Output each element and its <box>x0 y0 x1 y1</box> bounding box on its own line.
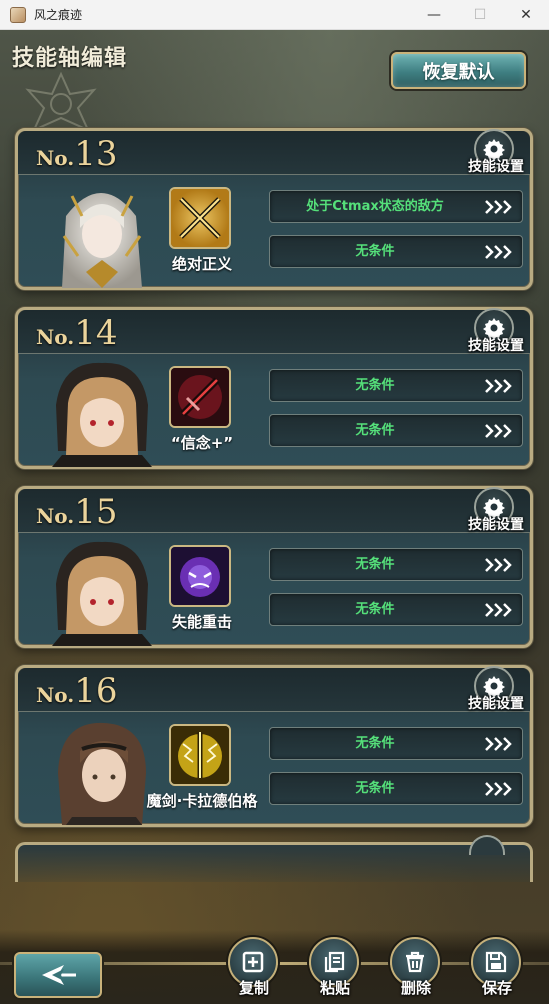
triple-chevron-icon <box>485 782 512 796</box>
save-icon <box>485 951 507 973</box>
triple-chevron-icon <box>485 245 512 259</box>
gear-icon <box>469 835 505 855</box>
skill-card: No.16 技能设置 魔剑·卡拉德伯格 无条件 无条件 <box>15 665 533 827</box>
game-screen: 技能轴编辑 恢复默认 No.13 技能设置 绝对正义 处于Ctmax状态的敌方 … <box>0 30 549 1004</box>
skill-order-number: No.14 <box>36 313 118 353</box>
skill-order-number: No.13 <box>36 134 118 174</box>
number-prefix: No. <box>36 504 75 528</box>
skill-card: No.14 技能设置 “信念+” 无条件 无条件 <box>15 307 533 469</box>
skill-settings-label: 技能设置 <box>468 159 524 175</box>
condition-slot[interactable]: 处于Ctmax状态的敌方 <box>269 190 523 223</box>
skill-settings-label: 技能设置 <box>468 517 524 533</box>
condition-text: 无条件 <box>355 557 395 572</box>
close-button[interactable]: ✕ <box>503 0 549 30</box>
copy-icon <box>242 951 264 973</box>
paste-button[interactable]: 粘贴 <box>307 937 363 1001</box>
condition-slot[interactable]: 无条件 <box>269 772 523 805</box>
skill-settings-button[interactable]: 技能设置 <box>468 487 524 535</box>
number-value: 16 <box>74 671 118 711</box>
condition-text: 无条件 <box>355 378 395 393</box>
skill-order-number: No.15 <box>36 492 118 532</box>
skill-card: No.13 技能设置 绝对正义 处于Ctmax状态的敌方 无条件 <box>15 128 533 290</box>
condition-text: 无条件 <box>355 602 395 617</box>
triple-chevron-icon <box>485 200 512 214</box>
condition-text: 处于Ctmax状态的敌方 <box>306 199 444 214</box>
app-icon <box>10 6 26 23</box>
number-value: 13 <box>74 134 118 174</box>
back-arrow-icon <box>42 965 76 985</box>
triple-chevron-icon <box>485 558 512 572</box>
delete-button[interactable]: 删除 <box>388 937 444 1001</box>
condition-slot[interactable]: 无条件 <box>269 548 523 581</box>
skill-card-partial <box>15 835 533 882</box>
number-prefix: No. <box>36 683 75 707</box>
page-title: 技能轴编辑 <box>12 46 128 71</box>
back-button[interactable] <box>14 952 102 998</box>
skill-settings-label: 技能设置 <box>468 696 524 712</box>
condition-text: 无条件 <box>355 736 395 751</box>
window-titlebar: 风之痕迹 — ☐ ✕ <box>0 0 549 30</box>
condition-text: 无条件 <box>355 781 395 796</box>
save-button[interactable]: 保存 <box>469 937 525 1001</box>
lightning-sword-icon[interactable] <box>169 724 231 786</box>
triple-chevron-icon <box>485 737 512 751</box>
condition-slot[interactable]: 无条件 <box>269 414 523 447</box>
condition-slot[interactable]: 无条件 <box>269 369 523 402</box>
condition-slot[interactable]: 无条件 <box>269 593 523 626</box>
number-value: 14 <box>74 313 118 353</box>
triple-chevron-icon <box>485 379 512 393</box>
window-controls: — ☐ ✕ <box>411 0 549 30</box>
window-title: 风之痕迹 <box>34 8 83 22</box>
number-prefix: No. <box>36 325 75 349</box>
number-prefix: No. <box>36 146 75 170</box>
crossed-swords-icon[interactable] <box>169 187 231 249</box>
skill-order-number: No.16 <box>36 671 118 711</box>
restore-default-button[interactable]: 恢复默认 <box>391 52 526 89</box>
save-label: 保存 <box>481 979 512 997</box>
shadow-beast-icon[interactable] <box>169 545 231 607</box>
triple-chevron-icon <box>485 603 512 617</box>
skill-settings-button[interactable]: 技能设置 <box>468 308 524 356</box>
skill-name: 绝对正义 <box>171 255 232 273</box>
skill-settings-button[interactable]: 技能设置 <box>468 129 524 177</box>
condition-text: 无条件 <box>355 423 395 438</box>
condition-slot[interactable]: 无条件 <box>269 727 523 760</box>
crimson-blade-icon[interactable] <box>169 366 231 428</box>
trash-icon <box>406 951 424 973</box>
delete-label: 删除 <box>400 979 431 997</box>
condition-text: 无条件 <box>355 244 395 259</box>
skill-name: 失能重击 <box>171 613 232 631</box>
minimize-button[interactable]: — <box>411 0 457 30</box>
skill-card: No.15 技能设置 失能重击 无条件 无条件 <box>15 486 533 648</box>
paste-label: 粘贴 <box>319 979 350 997</box>
emblem-icon <box>25 71 97 132</box>
skill-name: “信念+” <box>170 434 234 452</box>
skill-name: 魔剑·卡拉德伯格 <box>146 792 258 810</box>
triple-chevron-icon <box>485 424 512 438</box>
copy-button[interactable]: 复制 <box>226 937 282 1001</box>
copy-label: 复制 <box>238 979 269 997</box>
skill-settings-button[interactable]: 技能设置 <box>468 666 524 714</box>
condition-slot[interactable]: 无条件 <box>269 235 523 268</box>
maximize-button[interactable]: ☐ <box>457 0 503 30</box>
number-value: 15 <box>74 492 118 532</box>
skill-settings-label: 技能设置 <box>468 338 524 354</box>
paste-icon <box>324 951 345 973</box>
